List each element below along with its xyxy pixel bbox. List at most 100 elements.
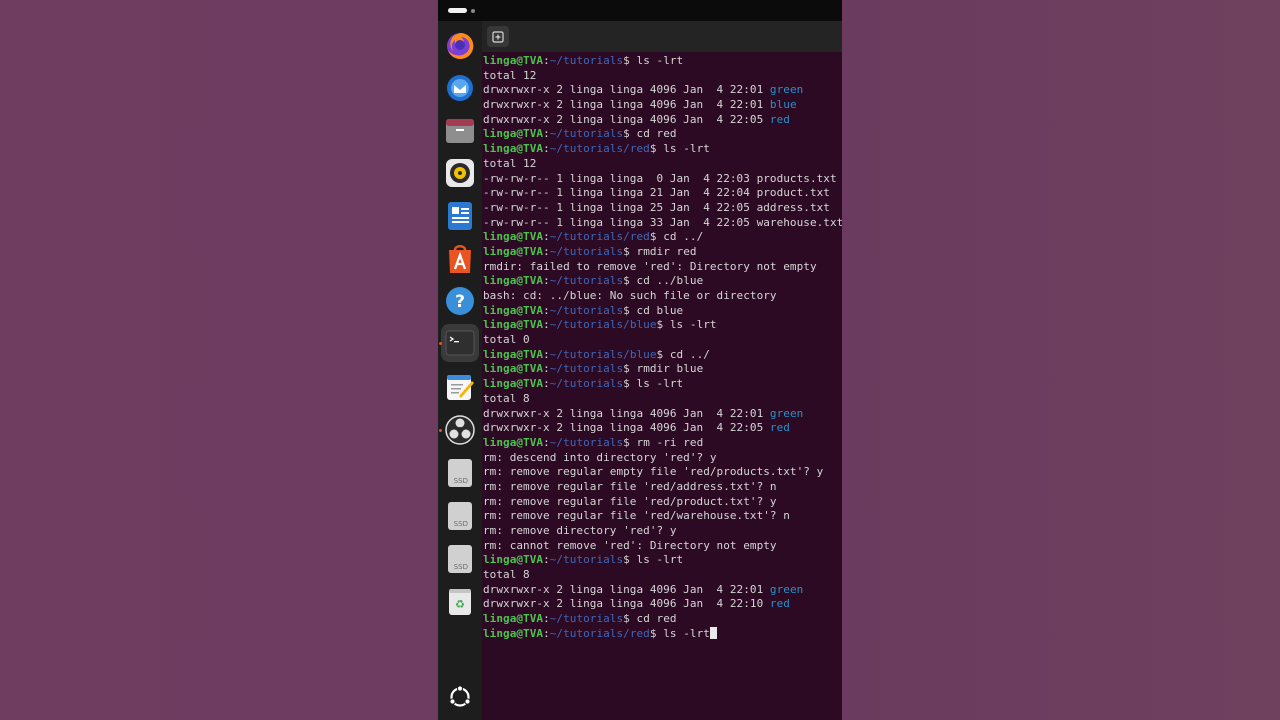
prompt-user-host: linga@TVA [483, 347, 544, 361]
dock-ssd-drive-2[interactable]: SSD [444, 500, 476, 532]
prompt-user-host: linga@TVA [483, 54, 544, 67]
prompt-user-host: linga@TVA [483, 230, 544, 244]
terminal-line: total 8 [483, 568, 842, 583]
prompt-separator: : [543, 377, 550, 391]
prompt-command: ls -lrt [636, 553, 684, 567]
terminal-line: rmdir: failed to remove 'red': Directory… [483, 260, 842, 275]
prompt-path: ~/tutorials [549, 244, 624, 258]
command-output: rm: remove regular file 'red/address.txt… [483, 479, 777, 493]
new-tab-icon [492, 30, 504, 43]
prompt-user-host: linga@TVA [483, 127, 544, 141]
dock-files[interactable] [444, 115, 476, 147]
terminal-line: linga@TVA:~/tutorials$ cd ../blue [483, 274, 842, 289]
dock-trash[interactable]: ♻ [444, 585, 476, 617]
svg-text:?: ? [455, 292, 465, 312]
terminal-line: rm: remove regular file 'red/address.txt… [483, 480, 842, 495]
prompt-path: ~/tutorials [549, 274, 624, 288]
prompt-user-host: linga@TVA [483, 142, 544, 156]
prompt-separator: : [543, 626, 550, 640]
prompt-path: ~/tutorials [549, 377, 624, 391]
terminal-line: total 0 [483, 333, 842, 348]
terminal-line: -rw-rw-r-- 1 linga linga 25 Jan 4 22:05 … [483, 201, 842, 216]
prompt-separator: : [543, 362, 550, 376]
command-output: total 8 [483, 391, 530, 405]
dock-ssd-drive-3[interactable]: SSD [444, 543, 476, 575]
terminal-line: drwxrwxr-x 2 linga linga 4096 Jan 4 22:0… [483, 421, 842, 436]
firefox-icon [447, 32, 474, 59]
prompt-user-host: linga@TVA [483, 362, 544, 376]
command-output: rm: remove regular file 'red/warehouse.t… [483, 509, 790, 523]
active-workspace-indicator[interactable] [448, 8, 467, 13]
command-output: -rw-rw-r-- 1 linga linga 33 Jan 4 22:05 … [483, 215, 842, 229]
dock-text-editor[interactable] [444, 371, 476, 403]
directory-name: red [769, 597, 790, 611]
dock-obs[interactable] [444, 414, 476, 446]
prompt-path: ~/tutorials/red [549, 142, 650, 156]
terminal-line: rm: remove regular file 'red/warehouse.t… [483, 509, 842, 524]
show-apps-icon [449, 685, 471, 707]
dock-libreoffice-writer[interactable] [444, 200, 476, 232]
terminal-line: bash: cd: ../blue: No such file or direc… [483, 289, 842, 304]
terminal-line: drwxrwxr-x 2 linga linga 4096 Jan 4 22:0… [483, 407, 842, 422]
prompt-symbol: $ [623, 362, 637, 376]
terminal-icon [445, 330, 475, 356]
thunderbird-icon [447, 75, 473, 101]
prompt-separator: : [543, 553, 550, 567]
terminal-line: rm: descend into directory 'red'? y [483, 451, 842, 466]
prompt-user-host: linga@TVA [483, 274, 544, 288]
desktop-background-right [842, 0, 1280, 720]
prompt-command: rmdir blue [636, 362, 704, 376]
prompt-symbol: $ [623, 127, 637, 141]
prompt-command: rm -ri red [636, 435, 704, 449]
dock-thunderbird[interactable] [444, 72, 476, 104]
command-output: rm: remove directory 'red'? y [483, 524, 677, 537]
dock-help[interactable]: ? [444, 285, 476, 317]
prompt-separator: : [543, 318, 550, 332]
command-output: rm: remove regular empty file 'red/produ… [483, 465, 824, 479]
prompt-path: ~/tutorials/red [549, 230, 650, 244]
terminal-line: linga@TVA:~/tutorials/red$ ls -lrt [483, 626, 842, 642]
prompt-path: ~/tutorials/blue [549, 318, 657, 332]
terminal-line: linga@TVA:~/tutorials/blue$ ls -lrt [483, 318, 842, 333]
terminal-line: -rw-rw-r-- 1 linga linga 0 Jan 4 22:03 p… [483, 172, 842, 187]
directory-name: green [769, 83, 804, 97]
terminal-line: rm: remove regular empty file 'red/produ… [483, 465, 842, 480]
prompt-path: ~/tutorials/blue [549, 347, 657, 361]
dock: ? SSD SSD SSD ♻ [438, 21, 482, 720]
top-bar [438, 0, 842, 21]
terminal-line: total 12 [483, 69, 842, 84]
dock-ssd-drive-1[interactable]: SSD [444, 457, 476, 489]
prompt-command: ls -lrt [663, 626, 710, 640]
listing-entry: drwxrwxr-x 2 linga linga 4096 Jan 4 22:0… [483, 582, 770, 596]
terminal-window[interactable]: linga@TVA:~/tutorials$ ls -lrt total 12 dr… [482, 52, 842, 720]
directory-name: red [769, 112, 790, 126]
dock-rhythmbox[interactable] [444, 157, 476, 189]
terminal-line: drwxrwxr-x 2 linga linga 4096 Jan 4 22:0… [483, 83, 842, 98]
dock-app-center[interactable] [444, 243, 476, 275]
terminal-line: linga@TVA:~/tutorials/red$ cd ../ [483, 230, 842, 245]
workspace-indicator[interactable] [471, 8, 475, 13]
command-output: -rw-rw-r-- 1 linga linga 25 Jan 4 22:05 … [483, 200, 830, 214]
listing-entry: drwxrwxr-x 2 linga linga 4096 Jan 4 22:0… [483, 83, 770, 97]
prompt-separator: : [543, 274, 550, 288]
prompt-path: ~/tutorials [549, 54, 624, 67]
new-tab-button[interactable] [487, 26, 509, 47]
dock-firefox[interactable] [444, 30, 476, 62]
trash-icon: ♻ [449, 589, 471, 615]
dock-show-apps[interactable] [444, 681, 476, 713]
dock-terminal[interactable] [441, 324, 479, 362]
command-output: rm: cannot remove 'red': Directory not e… [483, 538, 777, 552]
command-output: total 8 [483, 568, 530, 582]
prompt-symbol: $ [623, 612, 637, 626]
directory-name: red [769, 421, 790, 435]
command-output: total 12 [483, 156, 537, 170]
terminal-line: -rw-rw-r-- 1 linga linga 21 Jan 4 22:04 … [483, 186, 842, 201]
prompt-symbol: $ [656, 347, 670, 361]
listing-entry: drwxrwxr-x 2 linga linga 4096 Jan 4 22:0… [483, 406, 770, 420]
terminal-line: total 12 [483, 157, 842, 172]
terminal-line: linga@TVA:~/tutorials$ rmdir red [483, 245, 842, 260]
prompt-symbol: $ [623, 377, 637, 391]
terminal-line: rm: remove regular file 'red/product.txt… [483, 495, 842, 510]
prompt-path: ~/tutorials/red [549, 626, 650, 640]
prompt-path: ~/tutorials [549, 362, 624, 376]
